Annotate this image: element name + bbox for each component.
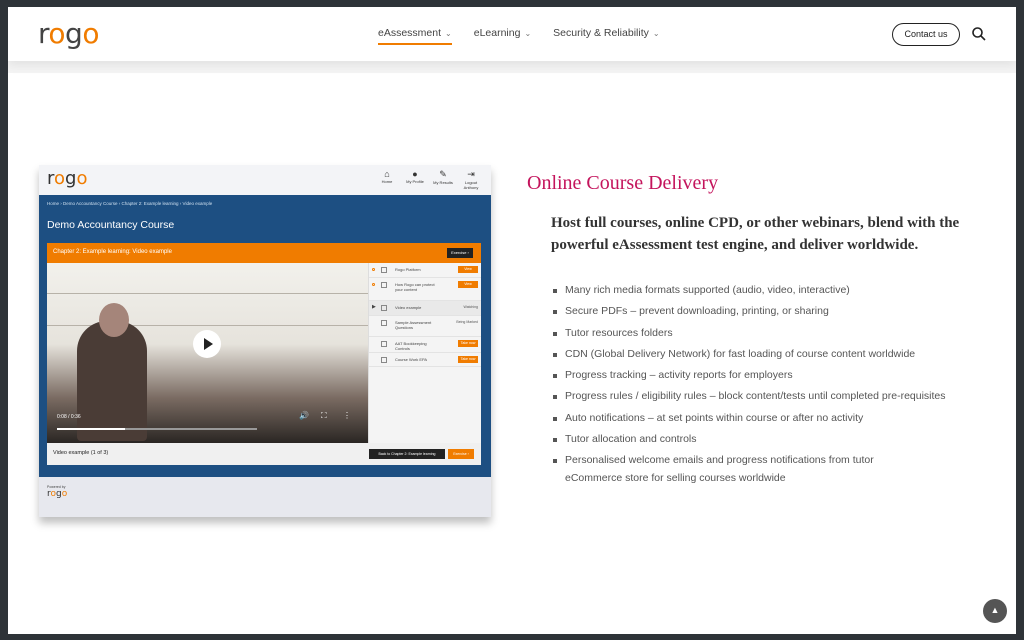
course-title: Demo Accountancy Course	[47, 219, 175, 231]
list-item: Progress rules / eligibility rules – blo…	[553, 386, 1003, 407]
list-item: Many rich media formats supported (audio…	[553, 280, 1003, 301]
chevron-down-icon: ⌄	[652, 29, 660, 38]
screenshot-logo: rogo	[47, 168, 88, 189]
back-to-top-button[interactable]: ▲	[983, 599, 1007, 623]
user-icon: ● My Profile	[406, 169, 424, 184]
list-item: How Rogo can protect your content View	[369, 278, 481, 301]
chevron-down-icon: ⌄	[524, 29, 532, 38]
pdf-icon	[381, 282, 387, 288]
page-icon	[381, 267, 387, 273]
assessment-icon	[381, 320, 387, 326]
video-icon	[381, 305, 387, 311]
logout-icon: ⇥ Logout Anthony	[463, 169, 479, 190]
list-item: AAT Bookkeeping Controls Take now	[369, 337, 481, 353]
fullscreen-icon: ⛶	[321, 411, 327, 420]
chapter-title: Chapter 2: Example learning: Video examp…	[53, 249, 172, 255]
section-lead: Host full courses, online CPD, or other …	[551, 215, 960, 253]
page-frame: rogo eAssessment ⌄ eLearning ⌄ Security & …	[8, 7, 1016, 634]
video-player: 0:08 / 0:36 🔊 ⛶ ⋮	[47, 263, 368, 443]
more-icon: ⋮	[343, 411, 351, 420]
list-item: Personalised welcome emails and progress…	[553, 450, 1003, 485]
take-now-button: Take now	[458, 340, 478, 347]
list-item: Sample Assessment Questions Being Marked	[369, 316, 481, 337]
powered-by: Powered by rogo	[47, 485, 68, 499]
screenshot-topbar: rogo ⌂ Home ● My Profile ✎ My Results ⇥ Logo…	[39, 165, 491, 195]
screenshot-toolbar: ⌂ Home ● My Profile ✎ My Results ⇥ Logout An…	[375, 169, 483, 190]
list-item: Course Work EPA Take now	[369, 353, 481, 367]
home-icon: ⌂ Home	[381, 169, 393, 184]
assessment-icon	[381, 357, 387, 363]
course-screenshot: rogo ⌂ Home ● My Profile ✎ My Results ⇥ Logo…	[39, 165, 491, 517]
lesson-position: Video example (1 of 3)	[53, 450, 109, 456]
exercise-button: Exercise ›	[447, 248, 473, 258]
nav-security-reliability[interactable]: Security & Reliability ⌄	[553, 27, 659, 45]
list-item: CDN (Global Delivery Network) for fast l…	[553, 344, 1003, 365]
back-to-chapter-button: Back to Chapter 2: Example learning	[369, 449, 445, 459]
chapter-bar: Chapter 2: Example learning: Video examp…	[47, 243, 481, 263]
lesson-list: Rogo Platform View How Rogo can protect y…	[368, 263, 481, 443]
main-nav: eAssessment ⌄ eLearning ⌄ Security & Relia…	[378, 27, 660, 45]
section-title: Online Course Delivery	[527, 172, 719, 194]
exercise-button: Exercise ›	[448, 449, 474, 459]
search-icon[interactable]	[971, 26, 987, 42]
assessment-icon	[381, 341, 387, 347]
take-now-button: Take now	[458, 356, 478, 363]
chevron-down-icon: ⌄	[445, 29, 452, 38]
play-icon	[193, 330, 221, 358]
video-progress-fill	[57, 428, 125, 430]
screenshot-course-area: Home › Demo Accountancy Course › Chapter…	[39, 195, 491, 477]
list-item: Tutor allocation and controls	[553, 429, 1003, 450]
view-button: View	[458, 266, 478, 273]
status-dot-icon	[372, 283, 375, 286]
lesson-footer: Video example (1 of 3) Back to Chapter 2…	[47, 443, 481, 465]
list-item: ▶ Video example Watching	[369, 301, 481, 316]
breadcrumb: Home › Demo Accountancy Course › Chapter…	[47, 201, 213, 206]
volume-icon: 🔊	[299, 411, 309, 420]
view-button: View	[458, 281, 478, 288]
presenter-body	[77, 321, 147, 441]
list-item: Secure PDFs – prevent downloading, print…	[553, 301, 1003, 322]
list-item: Tutor resources folders	[553, 323, 1003, 344]
feature-list: Many rich media formats supported (audio…	[553, 280, 1003, 486]
nav-eassessment[interactable]: eAssessment ⌄	[378, 27, 452, 45]
presenter-head	[99, 303, 129, 337]
video-progress-bar	[57, 428, 257, 430]
rogo-logo[interactable]: rogo	[38, 17, 99, 50]
board-line	[47, 293, 368, 294]
nav-elearning[interactable]: eLearning ⌄	[474, 27, 531, 45]
lesson-card: Chapter 2: Example learning: Video examp…	[47, 243, 481, 465]
chevron-up-icon: ▲	[990, 605, 1000, 615]
list-item: Auto notifications – at set points withi…	[553, 408, 1003, 429]
status-dot-icon	[372, 268, 375, 271]
video-time: 0:08 / 0:36	[57, 414, 81, 420]
header-shadow-bar	[8, 61, 1016, 73]
play-small-icon: ▶	[372, 304, 376, 310]
contact-us-button[interactable]: Contact us	[892, 23, 960, 46]
list-item: Rogo Platform View	[369, 263, 481, 278]
site-header: rogo eAssessment ⌄ eLearning ⌄ Security & …	[8, 7, 1016, 61]
results-icon: ✎ My Results	[433, 169, 453, 185]
list-item: Progress tracking – activity reports for…	[553, 365, 1003, 386]
